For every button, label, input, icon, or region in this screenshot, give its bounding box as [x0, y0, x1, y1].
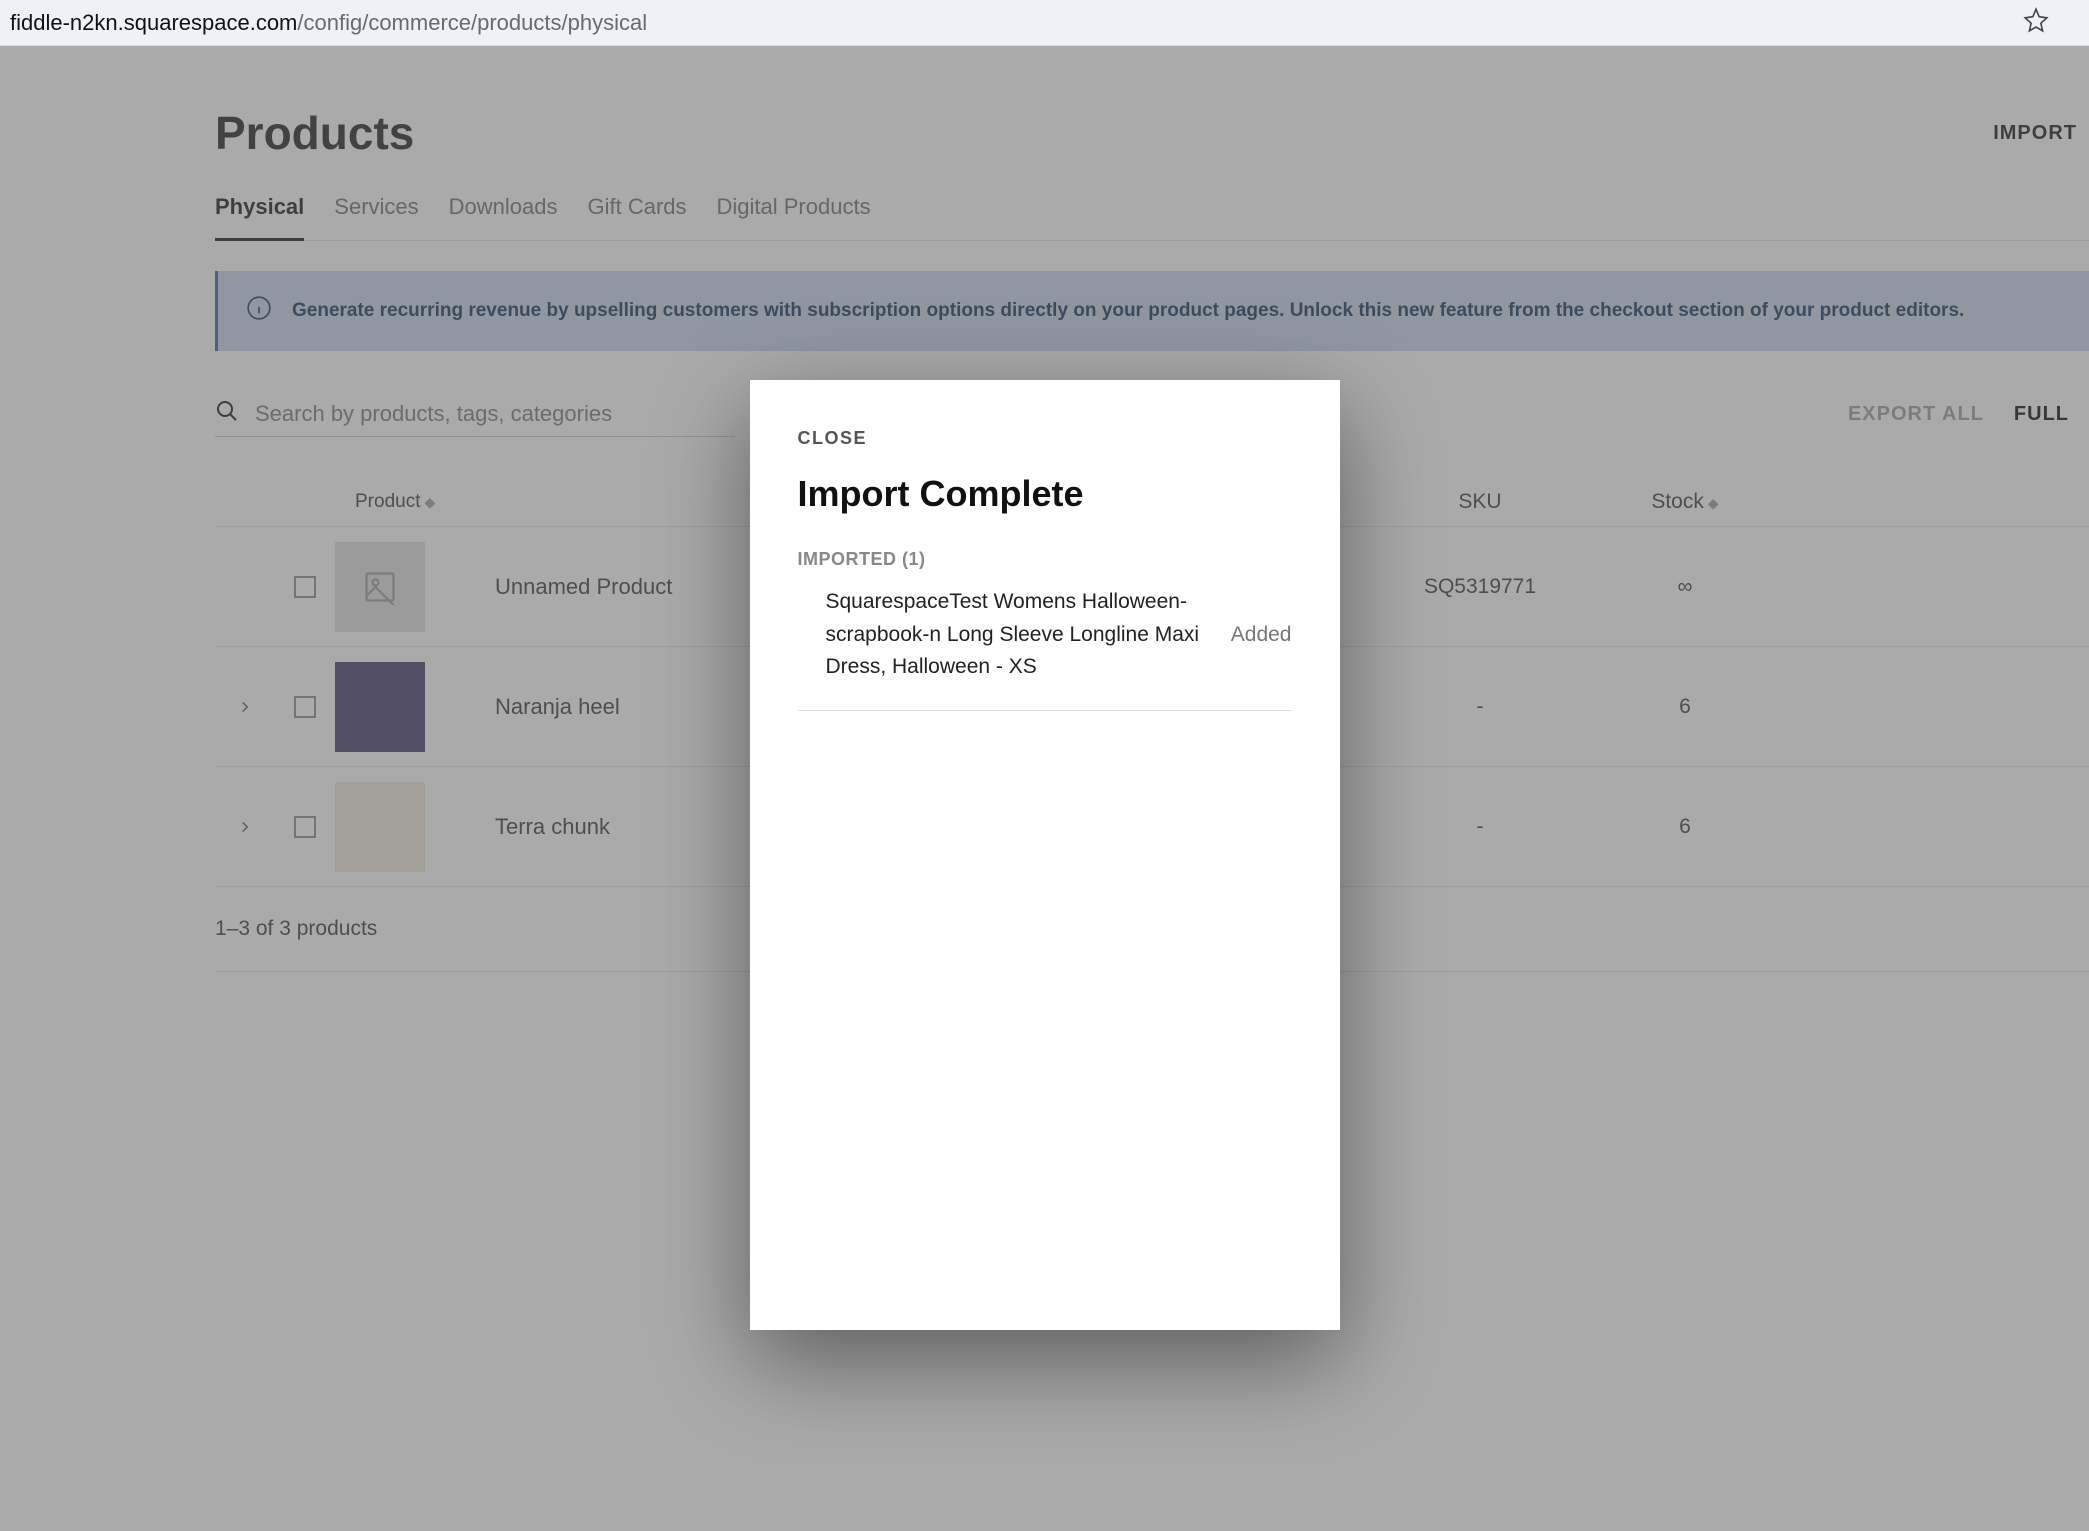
imported-item-name: SquarespaceTest Womens Halloween-scrapbo…	[826, 586, 1201, 684]
imported-count-label: IMPORTED (1)	[798, 549, 1292, 570]
modal-title: Import Complete	[798, 473, 1292, 515]
bookmark-star-icon[interactable]	[2023, 7, 2049, 39]
import-complete-modal: CLOSE Import Complete IMPORTED (1) Squar…	[750, 380, 1340, 1330]
close-button[interactable]: CLOSE	[798, 428, 1292, 449]
imported-item-row: SquarespaceTest Womens Halloween-scrapbo…	[798, 578, 1292, 711]
imported-item-status: Added	[1231, 623, 1292, 647]
url-path: /config/commerce/products/physical	[297, 10, 647, 36]
url-host: fiddle-n2kn.squarespace.com	[10, 10, 297, 36]
browser-address-bar: fiddle-n2kn.squarespace.com/config/comme…	[0, 0, 2089, 46]
